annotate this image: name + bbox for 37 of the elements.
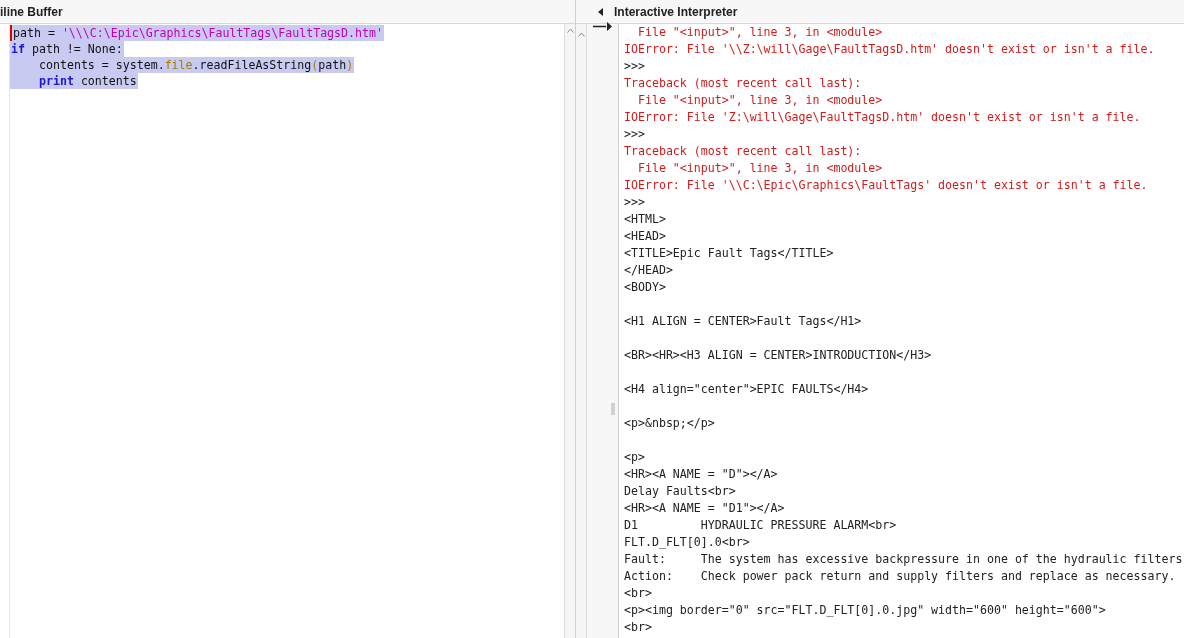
output-line: <br> (624, 620, 652, 634)
output-line: <HR><A NAME = "D"></A> (624, 467, 778, 481)
output-line: <HR><A NAME = "D1"></A> (624, 501, 785, 515)
output-line: <p><img border="0" src="FLT.D_FLT[0].0.jpg" width="600" height="600"> (624, 603, 1106, 617)
output-line: <H1 ALIGN = CENTER>Fault Tags</H1> (624, 314, 862, 328)
output-line: <HEAD> (624, 229, 666, 243)
expand-arrow-icon[interactable] (593, 22, 612, 31)
output-line: FLT.D_FLT[0].0<br> (624, 535, 750, 549)
output-line: Delay Faults<br> (624, 484, 736, 498)
output-line: <TITLE>Epic Fault Tags</TITLE> (624, 246, 834, 260)
error-line: File "<input>", line 3, in <module> (636, 25, 883, 39)
output-line: <p> (624, 450, 645, 464)
error-line: Traceback (most recent call last): (624, 76, 862, 90)
output-line: <br> (624, 586, 652, 600)
output-line: >>> (624, 195, 645, 209)
output-line: Action: Check power pack return and supply filters and replace as necessary. (624, 569, 1176, 583)
output-line: <HTML> (624, 212, 666, 226)
output-line: <H4 align="center">EPIC FAULTS</H4> (624, 382, 869, 396)
output-line: D1 HYDRAULIC PRESSURE ALARM<br> (624, 518, 897, 532)
panel-title: iline Buffer (0, 3, 63, 21)
error-line: IOError: File 'Z:\will\Gage\FaultTagsD.htm' doesn't exist or isn't a file. (624, 110, 1141, 124)
output-line: <p>&nbsp;</p> (624, 416, 715, 430)
output-line: Fault: The system has excessive backpressure in one of the hydraulic filters (624, 552, 1183, 566)
collapse-arrow-icon[interactable] (598, 7, 603, 16)
error-line: Traceback (most recent call last): (624, 144, 862, 158)
error-line: File "<input>", line 3, in <module> (636, 93, 883, 107)
panel-title: Interactive Interpreter (614, 3, 738, 21)
scrollbar[interactable] (564, 24, 575, 638)
error-line: File "<input>", line 3, in <module> (636, 161, 883, 175)
error-line: IOError: File '\\C:\Epic\Graphics\FaultTags' doesn't exist or isn't a file. (624, 178, 1148, 192)
output-line: >>> (624, 127, 645, 141)
splitter-grip-icon[interactable] (611, 403, 615, 415)
output-line: </HEAD> (624, 263, 673, 277)
output-line: >>> (624, 59, 645, 73)
error-line: IOError: File '\\Z:\will\Gage\FaultTagsD.htm' doesn't exist or isn't a file. (624, 42, 1155, 56)
output-line: <BR><HR><H3 ALIGN = CENTER>INTRODUCTION</H3> (624, 348, 932, 362)
output-line: <BODY> (624, 280, 666, 294)
